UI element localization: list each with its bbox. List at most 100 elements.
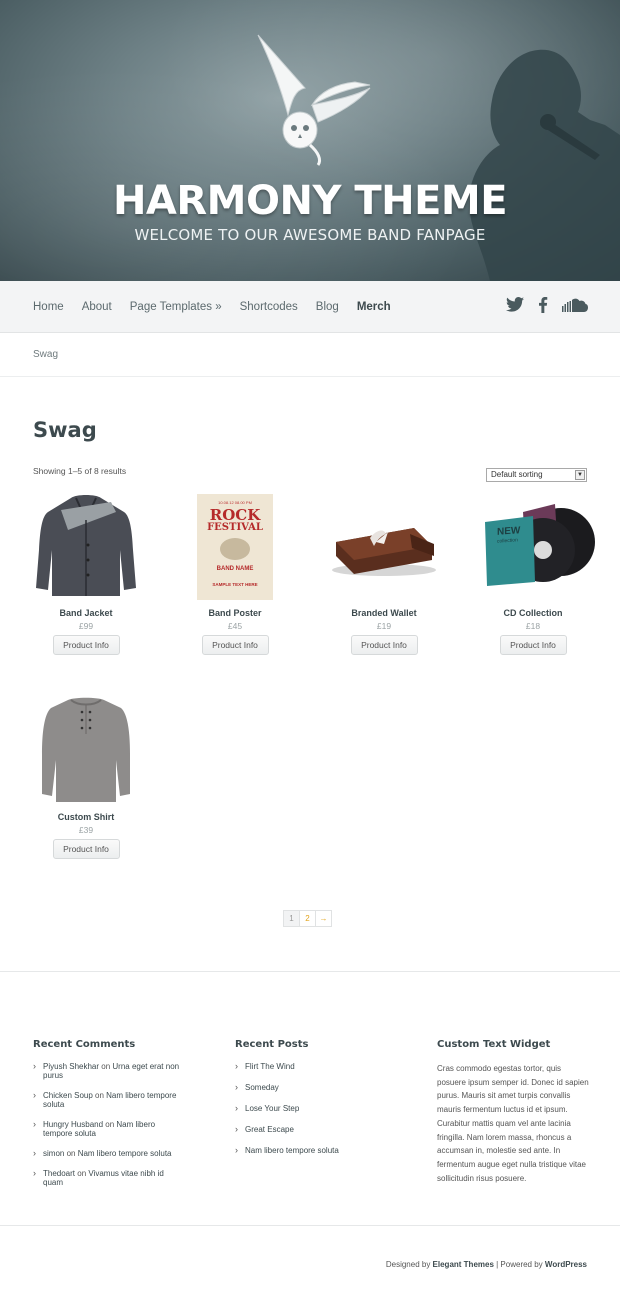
page-link[interactable]: 2 [299,910,316,927]
comment-author-link[interactable]: Thedoart [43,1169,75,1178]
comment-item: simon on Nam libero tempore soluta [33,1149,183,1158]
post-item: Someday [235,1083,385,1092]
poster-art: 10.08.12 08.00 PM ROCK FESTIVAL BAND NAM… [197,494,273,600]
widget-title: Recent Posts [235,1039,309,1050]
product-name[interactable]: Custom Shirt [16,812,156,822]
product-name[interactable]: Branded Wallet [314,608,454,618]
site-title[interactable]: HARMONY THEME [0,178,620,224]
elegant-themes-link[interactable]: Elegant Themes [433,1260,494,1269]
footer-credits: Designed by Elegant Themes | Powered by … [386,1260,587,1269]
breadcrumb-current: Swag [33,349,59,360]
product-card: 10.08.12 08.00 PM ROCK FESTIVAL BAND NAM… [165,490,305,655]
poster-line3: BAND NAME [216,566,254,572]
comment-on: on [64,1149,78,1158]
widget-recent-comments: Recent Comments Piyush Shekhar on Urna e… [33,1039,183,1187]
singer-silhouette [469,49,620,281]
owl-logo [257,34,371,166]
product-name[interactable]: CD Collection [463,608,603,618]
product-name[interactable]: Band Jacket [16,608,156,618]
product-name[interactable]: Band Poster [165,608,305,618]
page-current: 1 [283,910,300,927]
product-card: NEW collection CD Collection £18 Product… [463,490,603,655]
product-image-custom-shirt[interactable] [16,694,156,806]
nav-item-merch[interactable]: Merch [357,301,391,313]
nav-item-page-templates[interactable]: Page Templates » [130,301,222,313]
comment-on: on [92,1091,107,1100]
comment-author-link[interactable]: Chicken Soup [43,1091,93,1100]
header-banner: HARMONY THEME WELCOME TO OUR AWESOME BAN… [0,0,620,281]
product-price: £18 [525,621,541,631]
product-info-button[interactable]: Product Info [52,635,120,655]
comment-author-link[interactable]: Hungry Husband [43,1120,103,1129]
chevron-down-icon[interactable]: ▼ [575,470,585,480]
nav-item-about[interactable]: About [82,301,112,313]
product-info-button[interactable]: Product Info [350,635,418,655]
site-tagline: WELCOME TO OUR AWESOME BAND FANPAGE [134,226,486,244]
product-image-cd-collection[interactable]: NEW collection [463,490,603,602]
widget-custom-text: Custom Text Widget Cras commodo egestas … [437,1039,589,1185]
post-item: Nam libero tempore soluta [235,1146,385,1155]
twitter-icon[interactable] [506,297,524,317]
product-info-button[interactable]: Product Info [52,839,120,859]
poster-line1: ROCK [209,506,261,524]
product-price: £19 [376,621,392,631]
sorting-select[interactable]: Default sorting ▼ [486,468,587,482]
post-item: Flirt The Wind [235,1062,385,1071]
poster-date: 10.08.12 08.00 PM [218,500,252,505]
post-link[interactable]: Great Escape [245,1125,294,1134]
poster-line2: FESTIVAL [207,522,263,533]
product-info-button[interactable]: Product Info [499,635,567,655]
nav-item-shortcodes[interactable]: Shortcodes [240,301,298,313]
social-links [506,281,588,333]
comment-post-link[interactable]: Nam libero tempore soluta [78,1149,172,1158]
post-link[interactable]: Nam libero tempore soluta [245,1146,339,1155]
wordpress-link[interactable]: WordPress [545,1260,587,1269]
post-link[interactable]: Someday [245,1083,279,1092]
product-price: £99 [78,621,94,631]
footer-divider [0,971,620,972]
widget-title: Custom Text Widget [437,1039,551,1050]
product-image-band-jacket[interactable] [16,490,156,602]
product-image-band-poster[interactable]: 10.08.12 08.00 PM ROCK FESTIVAL BAND NAM… [165,490,305,602]
facebook-icon[interactable] [538,296,548,318]
credits-separator: | Powered by [493,1260,545,1269]
widget-text: Cras commodo egestas tortor, quis posuer… [437,1064,589,1183]
product-price: £45 [227,621,243,631]
main-navigation: Home About Page Templates » Shortcodes B… [0,281,620,333]
product-price: £39 [78,825,94,835]
pagination: 1 2 → [283,910,332,927]
soundcloud-icon[interactable] [562,298,588,317]
comment-author-link[interactable]: simon [43,1149,64,1158]
nav-menu: Home About Page Templates » Shortcodes B… [33,281,409,333]
product-image-branded-wallet[interactable] [314,490,454,602]
post-link[interactable]: Lose Your Step [245,1104,299,1113]
breadcrumb: Swag [0,333,620,377]
post-item: Lose Your Step [235,1104,385,1113]
nav-item-blog[interactable]: Blog [316,301,339,313]
product-card: Branded Wallet £19 Product Info [314,490,454,655]
comment-on: on [103,1120,117,1129]
comment-item: Chicken Soup on Nam libero tempore solut… [33,1091,183,1109]
comment-item: Thedoart on Vivamus vitae nibh id quam [33,1169,183,1187]
post-link[interactable]: Flirt The Wind [245,1062,295,1071]
page-title: Swag [33,418,97,442]
comment-author-link[interactable]: Piyush Shekhar [43,1062,99,1071]
cd-line1: NEW [497,525,521,538]
post-item: Great Escape [235,1125,385,1134]
result-count: Showing 1–5 of 8 results [33,466,127,476]
poster-line4: SAMPLE TEXT HERE [212,582,258,587]
product-card: Band Jacket £99 Product Info [16,490,156,655]
comment-item: Hungry Husband on Nam libero tempore sol… [33,1120,183,1138]
widget-title: Recent Comments [33,1039,136,1050]
comment-item: Piyush Shekhar on Urna eget erat non pur… [33,1062,183,1080]
comment-on: on [99,1062,113,1071]
sorting-value: Default sorting [491,470,543,479]
nav-item-home[interactable]: Home [33,301,64,313]
credits-designed: Designed by [385,1260,433,1269]
product-info-button[interactable]: Product Info [201,635,269,655]
next-page-arrow-icon[interactable]: → [315,910,332,927]
footer-bottom-divider [0,1225,620,1226]
skull-icon [220,538,250,560]
comment-on: on [75,1169,89,1178]
product-card: Custom Shirt £39 Product Info [16,694,156,859]
